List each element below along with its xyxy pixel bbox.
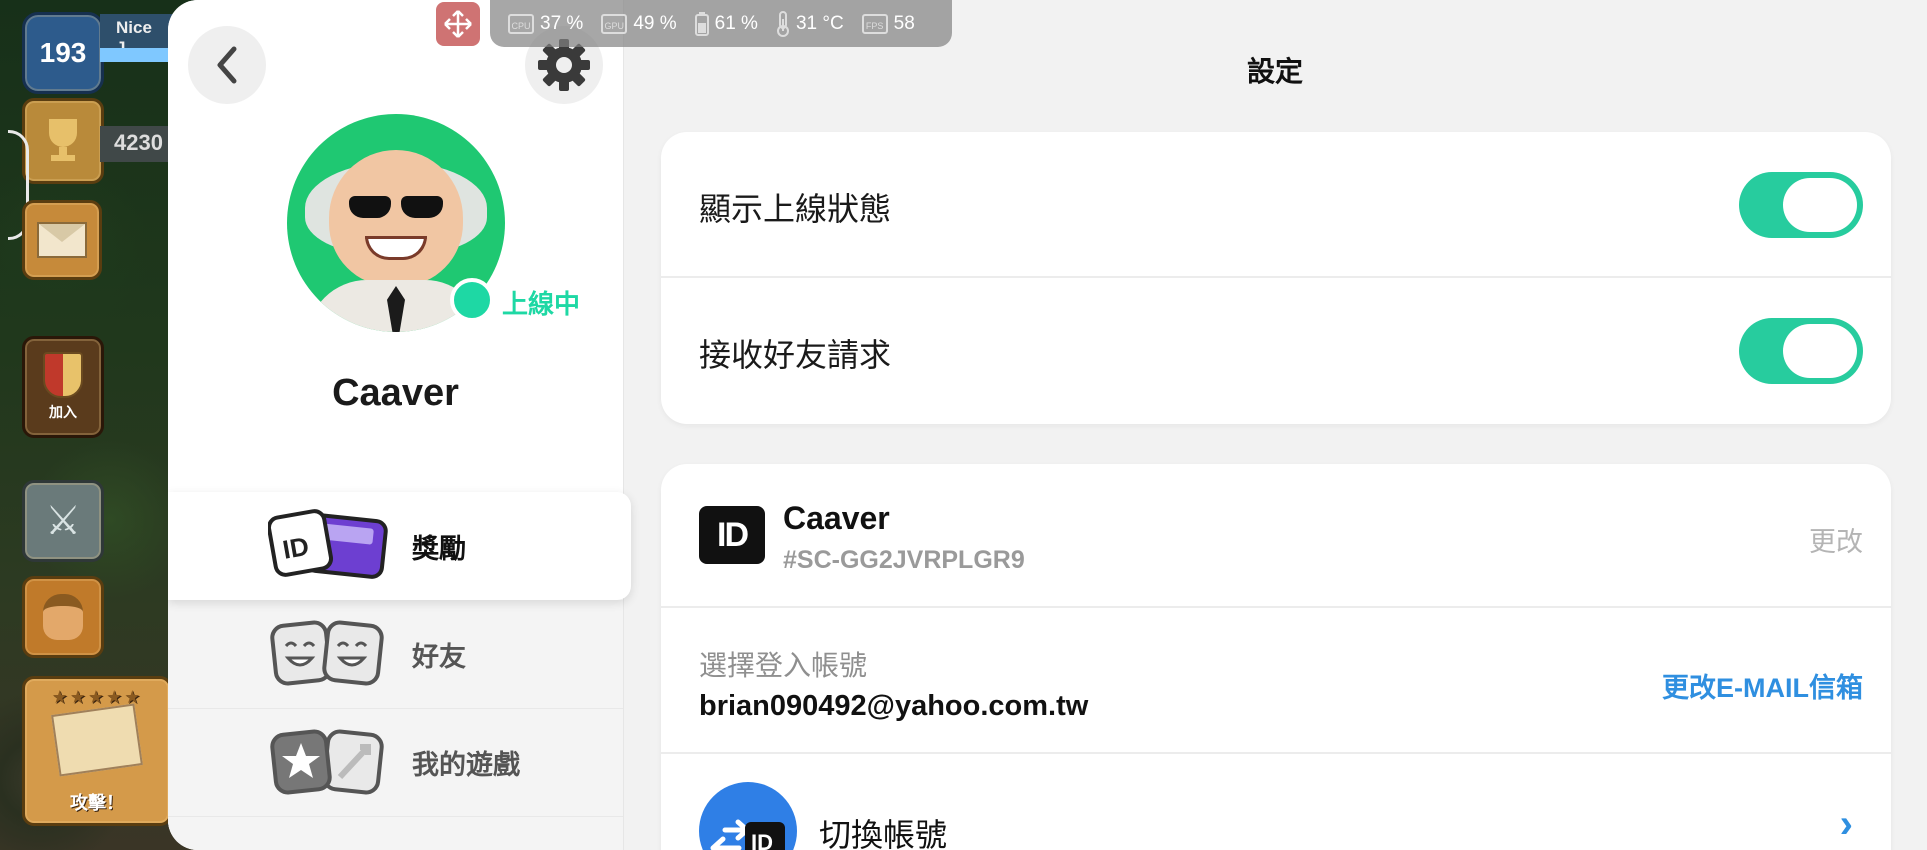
trophy-icon[interactable]	[22, 98, 104, 184]
online-status-toggle[interactable]	[1739, 172, 1863, 238]
battle-button[interactable]: ⚔	[22, 480, 104, 562]
change-name-link[interactable]: 更改	[1809, 520, 1863, 559]
switch-account-row[interactable]: ID 切換帳號 ›	[661, 754, 1891, 850]
battery-icon	[694, 11, 709, 36]
fps-stat: FPS 58	[861, 12, 915, 35]
page-title: 設定	[1246, 56, 1303, 87]
chevron-left-icon	[217, 46, 237, 84]
performance-overlay: CPU 37 % GPU 49 % 61 % 31 °C FPS 58	[490, 0, 952, 47]
temperature-stat: 31 °C	[776, 10, 844, 37]
clan-shield-icon	[43, 352, 83, 398]
menu-divider	[168, 816, 623, 850]
svg-text:ID: ID	[751, 830, 773, 850]
friends-icon	[270, 620, 384, 686]
profile-menu: ID 獎勵 好友 我的遊戲	[168, 492, 631, 850]
crossed-swords-icon: ⚔	[45, 499, 81, 543]
profile-username: Caaver	[332, 372, 459, 414]
attack-label: 攻擊！	[70, 793, 124, 813]
gpu-value: 49 %	[633, 12, 677, 34]
toggle-row-friend-requests: 接收好友請求	[661, 278, 1891, 424]
supercell-id-icon: ID	[699, 506, 765, 564]
mail-button[interactable]	[22, 200, 102, 280]
avatar-sunglasses	[349, 196, 443, 220]
change-email-link[interactable]: 更改E-MAIL信箱	[1662, 666, 1863, 705]
profile-panel: 上線中 Caaver ID 獎勵 好友 我的遊戲	[168, 0, 631, 850]
menu-rest: 好友 我的遊戲	[168, 600, 623, 850]
temperature-value: 31 °C	[795, 12, 844, 34]
builder-icon	[43, 594, 83, 640]
fps-icon: FPS	[861, 13, 888, 34]
menu-item-rewards[interactable]: ID 獎勵	[168, 492, 631, 600]
friend-requests-toggle[interactable]	[1739, 318, 1863, 384]
player-level: 193	[39, 37, 87, 68]
cpu-value: 37 %	[540, 12, 584, 34]
fps-value: 58	[893, 12, 915, 34]
toggle-label-friend-requests: 接收好友請求	[699, 337, 892, 373]
toggle-knob	[1783, 178, 1857, 232]
account-id-row: ID Caaver #SC-GG2JVRPLGR9 更改	[661, 464, 1891, 608]
online-status-label: 上線中	[502, 289, 581, 319]
cpu-stat: CPU 37 %	[508, 13, 583, 35]
attack-stars: ★★★★★	[51, 687, 143, 707]
switch-account-label: 切換帳號	[819, 817, 948, 850]
login-account-row: 選擇登入帳號 brian090492@yahoo.com.tw 更改E-MAIL…	[661, 608, 1891, 754]
thermometer-icon	[776, 10, 789, 37]
menu-label-friends: 好友	[412, 641, 466, 672]
menu-item-friends[interactable]: 好友	[168, 600, 623, 708]
builder-button[interactable]	[22, 576, 104, 658]
mail-icon	[37, 222, 87, 258]
move-overlay-button[interactable]	[436, 2, 480, 46]
menu-label-my-games: 我的遊戲	[412, 750, 520, 780]
id-card-rewards-icon: ID	[268, 509, 388, 579]
login-email: brian090492@yahoo.com.tw	[699, 690, 1089, 722]
gpu-icon: GPU	[601, 13, 628, 34]
my-games-icon	[270, 729, 384, 795]
battery-stat: 61 %	[694, 11, 758, 36]
account-tag: #SC-GG2JVRPLGR9	[783, 546, 1025, 574]
attack-button[interactable]: ★★★★★ 攻擊！	[22, 676, 172, 826]
menu-label-rewards: 獎勵	[412, 533, 466, 564]
online-status-dot	[450, 278, 494, 322]
settings-sheet: 上線中 Caaver ID 獎勵 好友 我的遊戲 設定 顯示上線狀態 接收好友請…	[168, 0, 1927, 850]
move-arrows-icon	[444, 10, 472, 38]
toggle-row-online-status: 顯示上線狀態	[661, 132, 1891, 278]
toggle-label-online-status: 顯示上線狀態	[699, 191, 892, 227]
player-level-badge[interactable]: 193	[22, 12, 104, 94]
switch-account-icon: ID	[699, 782, 797, 850]
join-clan-button[interactable]: 加入	[22, 336, 104, 438]
account-name: Caaver	[783, 500, 890, 536]
map-icon	[51, 703, 143, 777]
gpu-stat: GPU 49 %	[601, 12, 677, 35]
cpu-icon: CPU	[508, 13, 534, 34]
login-caption: 選擇登入帳號	[699, 650, 868, 681]
battery-value: 61 %	[714, 12, 758, 34]
back-button[interactable]	[188, 26, 266, 104]
toggle-knob	[1783, 324, 1857, 378]
svg-text:ID: ID	[280, 531, 311, 565]
privacy-card: 顯示上線狀態 接收好友請求	[661, 132, 1891, 424]
join-label: 加入	[49, 404, 77, 420]
account-card: ID Caaver #SC-GG2JVRPLGR9 更改 選擇登入帳號 bria…	[661, 464, 1891, 850]
chevron-right-icon: ›	[1839, 802, 1853, 846]
menu-item-my-games[interactable]: 我的遊戲	[168, 708, 623, 816]
